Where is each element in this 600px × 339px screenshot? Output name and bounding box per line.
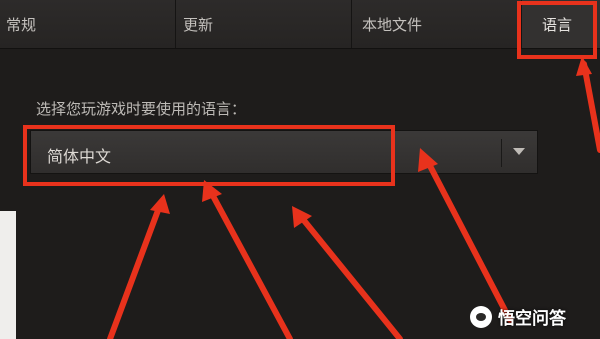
language-dropdown-value: 简体中文: [47, 147, 112, 166]
watermark-text: 悟空问答: [498, 309, 566, 329]
language-prompt: 选择您玩游戏时要使用的语言：: [36, 100, 247, 118]
dropdown-separator: [501, 139, 502, 167]
wukong-logo-icon: [470, 305, 492, 328]
tab-updates-label: 更新: [183, 15, 214, 34]
tab-bar: 常规 更新 本地文件 语言: [0, 0, 600, 49]
tab-updates[interactable]: 更新: [176, 0, 352, 48]
watermark: 悟空问答: [470, 304, 566, 329]
language-dropdown[interactable]: 简体中文: [30, 130, 538, 174]
tab-local-files[interactable]: 本地文件: [352, 0, 522, 48]
tab-language[interactable]: 语言: [522, 0, 600, 48]
tab-general[interactable]: 常规: [0, 0, 176, 48]
chevron-down-icon[interactable]: [513, 148, 525, 155]
tab-general-label: 常规: [6, 15, 37, 34]
side-panel-edge: [0, 211, 16, 339]
language-settings-panel: [0, 49, 600, 339]
tab-language-label: 语言: [542, 15, 573, 34]
tab-local-files-label: 本地文件: [362, 15, 423, 34]
